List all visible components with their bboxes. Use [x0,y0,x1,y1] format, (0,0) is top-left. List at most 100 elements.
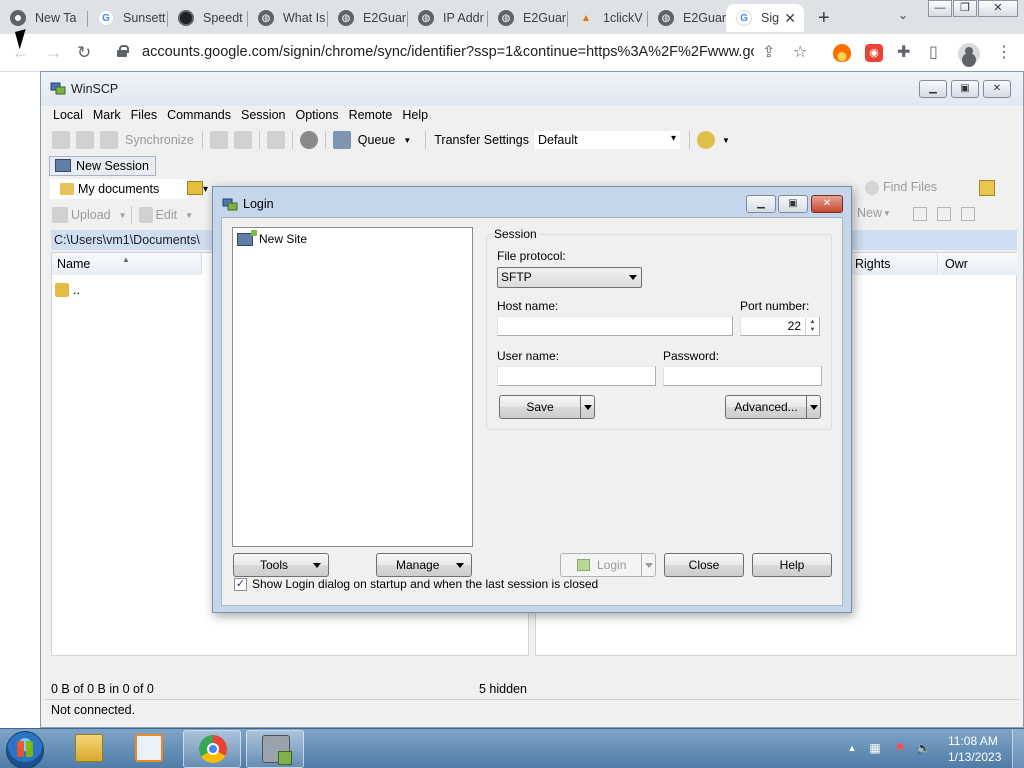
tab-new-session[interactable]: New Session [49,156,156,176]
file-protocol-select[interactable]: SFTP [497,267,642,288]
unselect-icon[interactable] [937,207,951,221]
show-on-startup-checkbox[interactable]: ✓ [234,578,247,591]
flag-alert-icon[interactable]: ⚑ [893,741,907,755]
browser-tab[interactable]: ▲ 1clickV [568,4,648,32]
menu-remote[interactable]: Remote [345,104,399,126]
new-dropdown-icon[interactable]: ▼ [883,209,891,218]
advanced-button[interactable]: Advanced... [725,395,821,419]
browser-tab-active[interactable]: G Sig ✕ [726,4,804,32]
browser-tab[interactable]: Speedt [168,4,248,32]
port-spinner-icon[interactable]: ▲ ▼ [805,318,819,334]
transfer-globe-icon[interactable] [696,131,715,149]
help-button[interactable]: Help [752,553,832,577]
menu-mark[interactable]: Mark [89,104,127,126]
login-button[interactable]: Login [560,553,656,577]
find-files-button[interactable]: Find Files [883,180,937,194]
share-icon[interactable]: ⇪ [762,42,775,62]
filter-icon[interactable] [961,207,975,221]
manage-button[interactable]: Manage [376,553,472,577]
sync-browse-icon[interactable] [76,131,94,149]
queue-button[interactable]: Queue [358,133,396,147]
window-maximize-button[interactable]: ❐ [953,0,977,17]
more-menu-icon[interactable]: ⋮ [996,42,1012,62]
new-button[interactable]: New [857,206,882,220]
side-panel-icon[interactable]: ▯ [929,42,938,62]
tree-item-new-site[interactable]: New Site [237,229,307,247]
tray-overflow-icon[interactable]: ▲ [845,741,859,755]
password-input[interactable] [663,366,822,386]
dialog-close-button[interactable]: ✕ [811,195,843,213]
login-dropdown-icon[interactable] [641,554,655,576]
tools-button[interactable]: Tools [233,553,329,577]
gear-icon[interactable] [299,131,318,149]
tab-close-icon[interactable]: ✕ [784,10,796,27]
console-icon[interactable] [209,131,228,149]
bookmark-star-icon[interactable]: ☆ [793,42,807,62]
dialog-maximize-button[interactable]: ▣ [778,195,808,213]
extensions-puzzle-icon[interactable]: ✚ [897,42,910,62]
window-close-button[interactable]: ✕ [978,0,1018,17]
browser-tab[interactable]: ◍ IP Addr [408,4,488,32]
browser-tab[interactable]: G Sunsett [88,4,168,32]
edit-button[interactable]: Edit [156,208,178,222]
reload-icon[interactable]: ↻ [77,43,91,63]
host-name-input[interactable] [497,316,733,336]
hidden-count[interactable]: 5 hidden [479,682,527,696]
browser-tab[interactable]: ◍ What Is [248,4,328,32]
network-icon[interactable]: ▦ [868,741,882,755]
advanced-dropdown-icon[interactable] [806,396,820,418]
column-header-owner[interactable]: Owr [939,253,1018,275]
queue-icon[interactable] [332,131,351,149]
clock-time[interactable]: 11:08 AM [948,734,998,748]
upload-icon[interactable] [52,207,68,223]
synchronize-icon[interactable] [100,131,118,149]
lock-icon[interactable] [117,45,129,57]
upload-dropdown-icon[interactable]: ▼ [119,211,127,220]
browser-tab[interactable]: New Ta [0,4,88,32]
forward-arrow-icon[interactable]: → [45,43,62,63]
winscp-close-button[interactable]: ✕ [983,80,1011,98]
edit-icon[interactable] [138,207,153,223]
port-number-input[interactable]: 22 ▲ ▼ [740,316,820,336]
list-item[interactable]: .. [55,281,80,299]
dialog-minimize-button[interactable]: ▁ [746,195,776,213]
select-all-icon[interactable] [913,207,927,221]
open-folder-icon[interactable] [187,181,203,195]
show-on-startup-label[interactable]: Show Login dialog on startup and when th… [252,577,598,591]
compare-icon[interactable] [52,131,70,149]
clock-date[interactable]: 1/13/2023 [948,750,1001,764]
save-dropdown-icon[interactable] [580,396,594,418]
browser-tab[interactable]: ◍ E2Guar [648,4,726,32]
menu-commands[interactable]: Commands [163,104,237,126]
menu-files[interactable]: Files [127,104,163,126]
site-tree[interactable]: New Site [232,227,473,547]
putty-icon[interactable] [233,131,252,149]
extension-record-icon[interactable]: ◉ [865,44,883,62]
edit-dropdown-icon[interactable]: ▼ [185,211,193,220]
taskbar-media-player[interactable] [120,730,178,768]
transfer-dropdown-icon[interactable]: ▼ [722,136,730,145]
taskbar-explorer[interactable] [60,730,118,768]
menu-local[interactable]: Local [49,104,89,126]
tab-search-button[interactable]: ⌄ [898,8,908,22]
close-button[interactable]: Close [664,553,744,577]
browser-tab[interactable]: ◍ E2Guar [328,4,408,32]
start-button[interactable] [6,731,44,768]
winscp-titlebar[interactable]: WinSCP ▁ ▣ ✕ [41,72,1023,106]
user-name-input[interactable] [497,366,656,386]
show-desktop-button[interactable] [1012,729,1024,768]
tree-toggle-icon[interactable] [979,180,995,196]
login-titlebar[interactable]: Login ▁ ▣ ✕ [213,187,851,217]
refresh-icon[interactable] [865,181,879,195]
menu-help[interactable]: Help [398,104,434,126]
synchronize-dirs-icon[interactable] [266,131,285,149]
taskbar-winscp[interactable] [246,730,304,768]
transfer-settings-select[interactable]: Default [532,130,681,150]
menu-session[interactable]: Session [237,104,291,126]
save-button[interactable]: Save [499,395,595,419]
local-path-combo[interactable]: My documents [49,178,208,200]
upload-button[interactable]: Upload [71,208,111,222]
synchronize-button[interactable]: Synchronize [125,133,194,147]
extension-fire-icon[interactable] [833,44,851,62]
address-bar[interactable]: accounts.google.com/signin/chrome/sync/i… [142,44,754,60]
